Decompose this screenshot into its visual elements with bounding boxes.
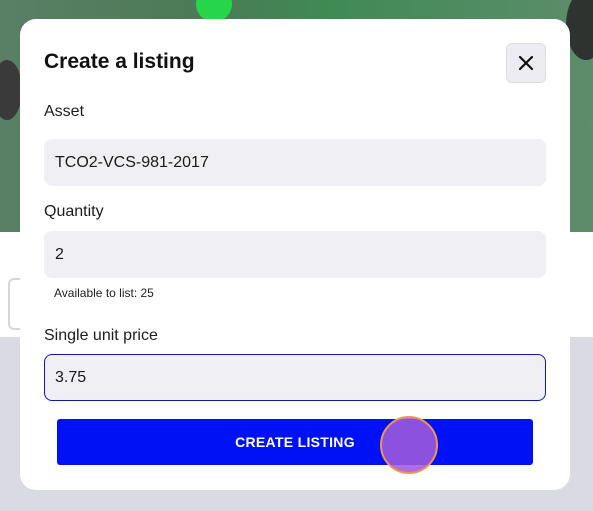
create-listing-button-label: CREATE LISTING [235, 434, 355, 450]
asset-value: TCO2-VCS-981-2017 [55, 153, 209, 171]
quantity-input[interactable]: 2 [44, 231, 546, 278]
close-icon [518, 55, 534, 71]
create-listing-modal: Create a listing Asset TCO2-VCS-981-2017… [20, 19, 570, 490]
background-dark-orb-left [0, 60, 22, 120]
quantity-value: 2 [55, 245, 64, 263]
price-input[interactable]: 3.75 [44, 354, 546, 401]
modal-title: Create a listing [44, 50, 195, 73]
create-listing-button[interactable]: CREATE LISTING [57, 419, 533, 465]
quantity-label: Quantity [44, 203, 104, 220]
close-button[interactable] [506, 43, 546, 83]
asset-label: Asset [44, 103, 85, 120]
available-hint: Available to list: 25 [54, 286, 154, 300]
price-label: Single unit price [44, 327, 158, 344]
asset-field[interactable]: TCO2-VCS-981-2017 [44, 139, 546, 186]
price-value: 3.75 [55, 368, 87, 386]
background-dark-orb-right [566, 0, 593, 60]
